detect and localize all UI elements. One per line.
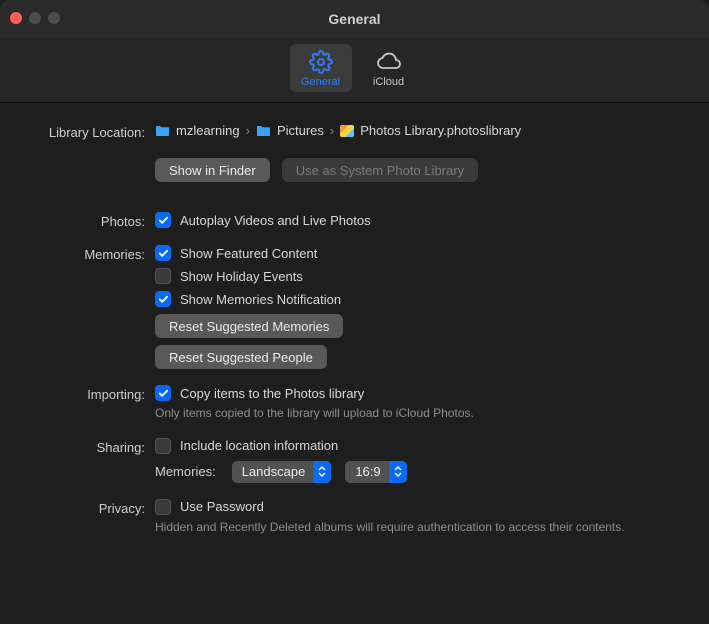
use-as-system-photo-library-button: Use as System Photo Library [282,158,478,182]
tab-icloud[interactable]: iCloud [358,44,420,92]
select-orientation-value: Landscape [242,464,306,479]
traffic-lights [10,12,60,24]
close-icon[interactable] [10,12,22,24]
cloud-icon [375,50,403,74]
privacy-subtext: Hidden and Recently Deleted albums will … [155,520,687,536]
checkbox-show-featured-label: Show Featured Content [180,246,317,261]
label-privacy: Privacy: [0,499,155,516]
window-title: General [328,11,380,27]
select-aspect-value: 16:9 [355,464,380,479]
label-importing: Importing: [0,385,155,402]
checkbox-copy-items[interactable] [155,385,171,401]
tab-general[interactable]: General [290,44,352,92]
reset-suggested-memories-button[interactable]: Reset Suggested Memories [155,314,343,338]
checkbox-show-holiday-label: Show Holiday Events [180,269,303,284]
tab-icloud-label: iCloud [373,76,404,88]
gear-icon [309,50,333,74]
chevron-right-icon: › [246,123,250,138]
select-aspect[interactable]: 16:9 [345,461,406,483]
breadcrumb-seg-2: Photos Library.photoslibrary [360,123,521,138]
checkbox-use-password[interactable] [155,499,171,515]
content-pane: Library Location: mzlearning › Pictures … [0,103,709,535]
label-sharing-memories: Memories: [155,464,216,479]
folder-icon [256,125,271,137]
label-memories: Memories: [0,245,155,262]
photos-library-icon [340,125,354,137]
stepper-icon [389,461,407,483]
label-photos: Photos: [0,212,155,229]
titlebar: General [0,0,709,38]
breadcrumb[interactable]: mzlearning › Pictures › Photos Library.p… [155,123,687,138]
label-sharing: Sharing: [0,438,155,455]
label-library-location: Library Location: [0,123,155,140]
reset-suggested-people-button[interactable]: Reset Suggested People [155,345,327,369]
chevron-right-icon: › [330,123,334,138]
checkbox-autoplay[interactable] [155,212,171,228]
show-in-finder-button[interactable]: Show in Finder [155,158,270,182]
zoom-icon[interactable] [48,12,60,24]
checkbox-include-location[interactable] [155,438,171,454]
checkbox-include-location-label: Include location information [180,438,338,453]
stepper-icon [313,461,331,483]
checkbox-autoplay-label: Autoplay Videos and Live Photos [180,213,371,228]
importing-subtext: Only items copied to the library will up… [155,406,687,422]
checkbox-show-featured[interactable] [155,245,171,261]
breadcrumb-seg-0: mzlearning [176,123,240,138]
checkbox-show-holiday[interactable] [155,268,171,284]
checkbox-show-notification-label: Show Memories Notification [180,292,341,307]
breadcrumb-seg-1: Pictures [277,123,324,138]
folder-icon [155,125,170,137]
checkbox-copy-items-label: Copy items to the Photos library [180,386,364,401]
checkbox-show-notification[interactable] [155,291,171,307]
checkbox-use-password-label: Use Password [180,499,264,514]
minimize-icon[interactable] [29,12,41,24]
select-orientation[interactable]: Landscape [232,461,332,483]
toolbar-tabs: General iCloud [0,38,709,103]
tab-general-label: General [301,76,340,88]
